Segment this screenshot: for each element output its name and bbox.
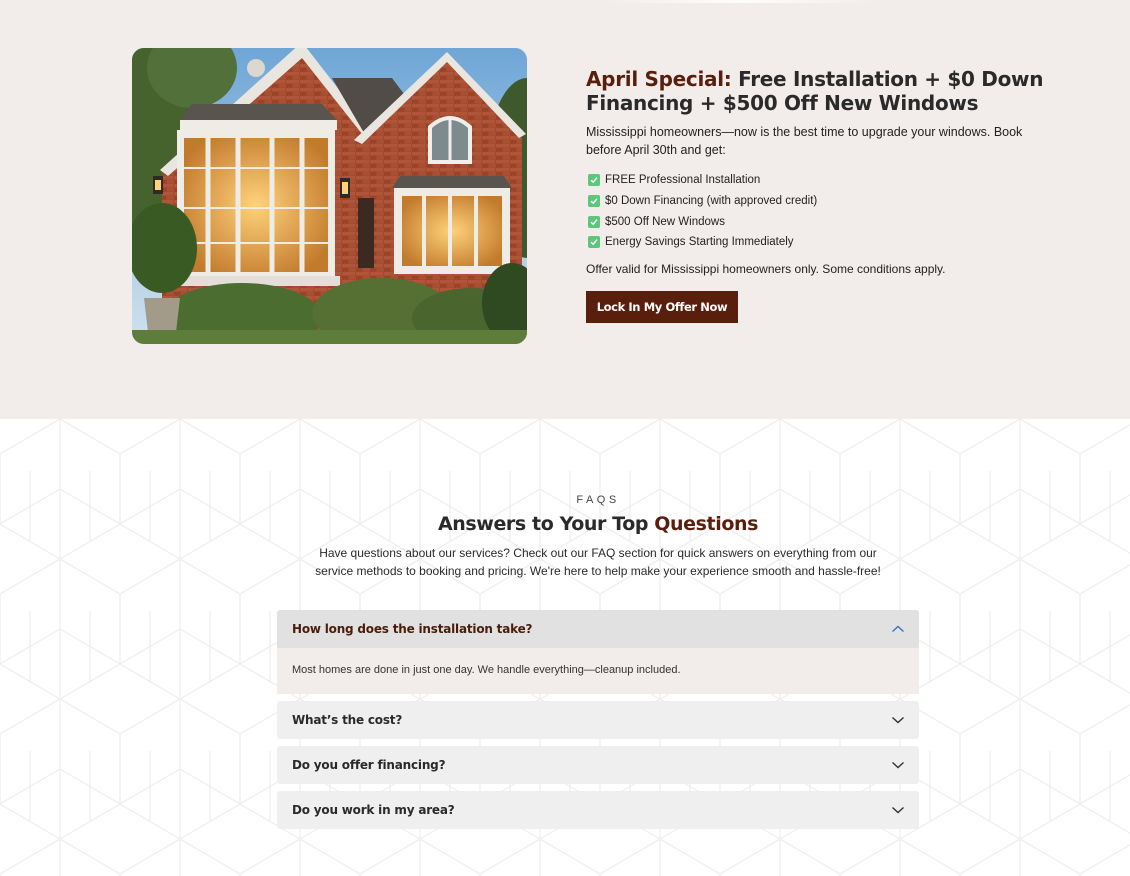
chevron-up-icon [892, 625, 904, 633]
benefit-label: $0 Down Financing (with approved credit) [605, 195, 818, 208]
benefit-label: Energy Savings Starting Immediately [605, 236, 794, 249]
chevron-down-icon [892, 716, 904, 724]
promo-content: April Special: Free Installation + $0 Do… [586, 67, 1056, 323]
benefit-list: FREE Professional Installation $0 Down F… [586, 170, 1056, 253]
faq-answer: Most homes are done in just one day. We … [277, 648, 919, 694]
promo-title-accent: April Special: [586, 67, 732, 91]
benefit-item: $0 Down Financing (with approved credit) [586, 191, 1056, 212]
faq-eyebrow: FAQS [576, 494, 620, 506]
faq-question: Do you work in my area? [292, 803, 455, 817]
benefit-item: Energy Savings Starting Immediately [586, 232, 1056, 253]
chevron-down-icon [892, 806, 904, 814]
faq-item: How long does the installation take? Mos… [277, 610, 919, 694]
benefit-label: FREE Professional Installation [605, 174, 761, 187]
house-photo [132, 48, 527, 344]
faq-item: What’s the cost? [277, 701, 919, 739]
faq-question-toggle[interactable]: Do you work in my area? [277, 791, 919, 829]
faq-question-toggle[interactable]: What’s the cost? [277, 701, 919, 739]
faq-question: What’s the cost? [292, 713, 403, 727]
faq-heading-main: Answers to Your Top [437, 513, 655, 535]
faq-question: How long does the installation take? [292, 622, 533, 636]
check-square-icon [588, 174, 600, 187]
promo-intro: Mississippi homeowners—now is the best t… [586, 125, 1023, 157]
chevron-down-icon [892, 761, 904, 769]
faq-heading-accent: Questions [654, 513, 759, 535]
faq-question: Do you offer financing? [292, 758, 446, 772]
check-square-icon [588, 215, 600, 228]
faq-question-toggle[interactable]: Do you offer financing? [277, 746, 919, 784]
lock-in-offer-button[interactable]: Lock In My Offer Now [586, 291, 738, 323]
faq-subtitle: Have questions about our services? Check… [315, 546, 881, 578]
faq-item: Do you work in my area? [277, 791, 919, 829]
faq-item: Do you offer financing? [277, 746, 919, 784]
benefit-item: FREE Professional Installation [586, 170, 1056, 191]
faq-section: FAQS Answers to Your Top Questions Have … [0, 419, 1130, 876]
decorative-divider [600, 0, 880, 3]
promo-title: April Special: Free Installation + $0 Do… [586, 67, 1056, 115]
promo-section: April Special: Free Installation + $0 Do… [0, 0, 1130, 419]
check-square-icon [588, 236, 600, 249]
faq-heading: Answers to Your Top Questions [0, 513, 1130, 535]
check-square-icon [588, 195, 600, 208]
benefit-item: $500 Off New Windows [586, 211, 1056, 232]
promo-disclaimer: Offer valid for Mississippi homeowners o… [586, 261, 946, 276]
faq-question-toggle[interactable]: How long does the installation take? [277, 610, 919, 648]
benefit-label: $500 Off New Windows [605, 215, 725, 228]
